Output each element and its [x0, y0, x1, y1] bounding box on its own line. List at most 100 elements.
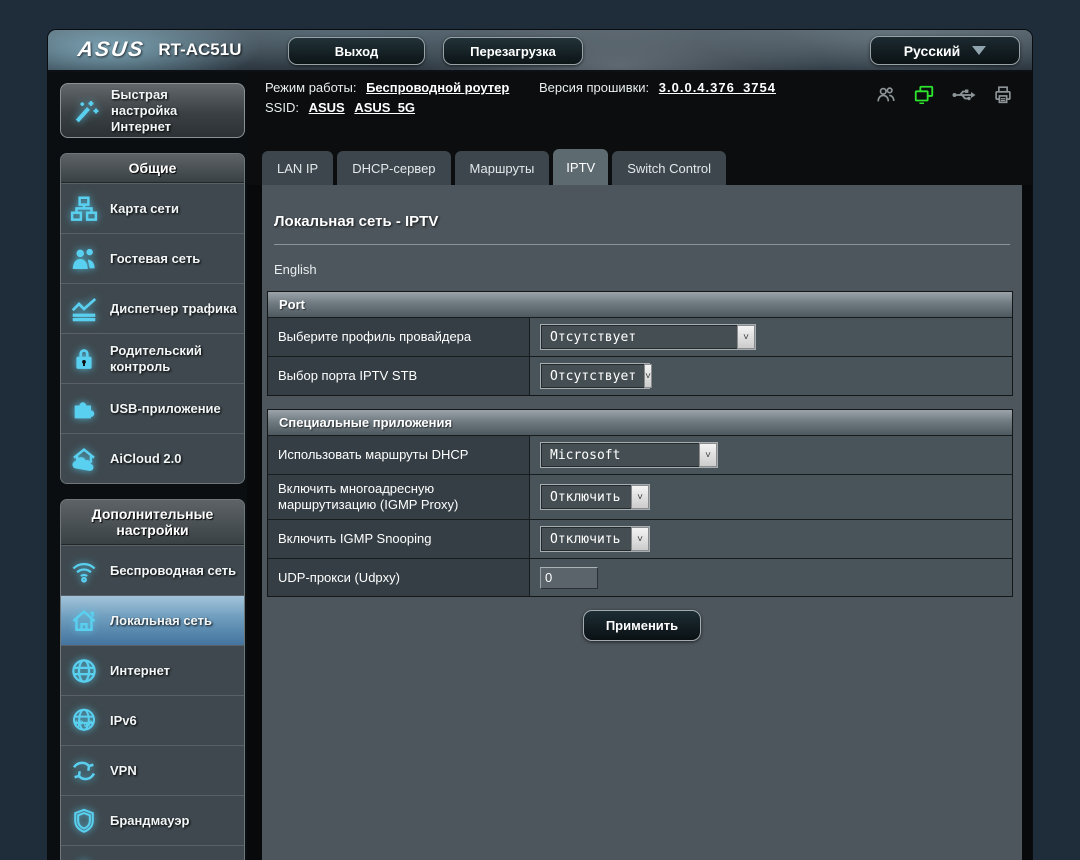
english-language-link[interactable]: English — [274, 262, 317, 277]
sidebar-group-advanced: Дополнительные настройки Беспроводная се… — [60, 499, 245, 860]
printer-icon[interactable] — [992, 84, 1014, 106]
field-label: Использовать маршруты DHCP — [268, 436, 530, 474]
wired-clients-icon[interactable] — [912, 84, 936, 106]
wireless-icon — [67, 556, 101, 586]
table-row: Выберите профиль провайдера Отсутствует … — [268, 317, 1012, 356]
chevron-down-icon — [972, 46, 987, 55]
quick-setup-button[interactable]: Быстрая настройка Интернет — [60, 83, 245, 138]
sidebar-item-label: USB-приложение — [110, 400, 221, 416]
igmp-snooping-select[interactable]: Отключить ˅ — [540, 526, 650, 552]
language-dropdown[interactable]: Русский — [870, 36, 1020, 65]
provider-profile-select[interactable]: Отсутствует ˅ — [540, 324, 756, 350]
lan-home-icon — [67, 606, 101, 636]
tab-dhcp-server[interactable]: DHCP-сервер — [337, 151, 451, 185]
select-value: Отключить — [541, 485, 631, 509]
wan-globe-icon — [67, 656, 101, 686]
sidebar-item-label: Беспроводная сеть — [110, 562, 237, 578]
chevron-down-icon: ˅ — [699, 443, 717, 467]
field-label: Включить многоадресную маршрутизацию (IG… — [268, 475, 530, 519]
tab-routes[interactable]: Маршруты — [454, 151, 550, 185]
status-icons — [875, 84, 1014, 106]
firewall-shield-icon — [67, 807, 101, 835]
sidebar-item-vpn[interactable]: VPN — [61, 745, 244, 795]
table-row: Включить IGMP Snooping Отключить ˅ — [268, 519, 1012, 558]
sidebar-group-title: Общие — [61, 154, 244, 183]
sidebar-group-general: Общие Карта сети Гостевая сеть Диспетчер… — [60, 153, 245, 484]
sidebar-item-label: Брандмауэр — [110, 812, 190, 828]
title-divider — [274, 244, 1010, 245]
sidebar-item-network-map[interactable]: Карта сети — [61, 183, 244, 233]
quick-setup-label: Быстрая настройка Интернет — [111, 86, 178, 134]
field-value-cell — [530, 559, 1012, 596]
sidebar-item-ipv6[interactable]: IPv6 IPv6 — [61, 695, 244, 745]
section-port: Port Выберите профиль провайдера Отсутст… — [267, 291, 1013, 396]
chevron-down-icon: ˅ — [631, 527, 649, 551]
sidebar-item-usb-application[interactable]: USB-приложение — [61, 383, 244, 433]
field-label: Включить IGMP Snooping — [268, 520, 530, 558]
sidebar-item-wan[interactable]: Интернет — [61, 645, 244, 695]
operation-mode-label: Режим работы: — [265, 80, 357, 95]
svg-text:IPv6: IPv6 — [75, 719, 93, 729]
sidebar-item-administration[interactable]: Администри- — [61, 845, 244, 860]
admin-person-icon — [67, 857, 101, 860]
select-value: Отсутствует — [541, 325, 737, 349]
chevron-down-icon: ˅ — [631, 485, 649, 509]
field-label: Выбор порта IPTV STB — [268, 357, 530, 395]
router-admin-window: ASUS RT-AC51U Выход Перезагрузка Русский — [48, 30, 1032, 860]
table-row: Выбор порта IPTV STB Отсутствует ˅ — [268, 356, 1012, 395]
tab-bar: LAN IP DHCP-сервер Маршруты IPTV Switch … — [262, 149, 727, 185]
field-label: Выберите профиль провайдера — [268, 318, 530, 356]
iptv-stb-port-select[interactable]: Отсутствует ˅ — [540, 363, 652, 389]
usb-devices-icon[interactable] — [951, 85, 977, 105]
field-label: UDP-прокси (Udpxy) — [268, 559, 530, 596]
tab-iptv[interactable]: IPTV — [553, 149, 609, 185]
sidebar-item-label: AiCloud 2.0 — [110, 450, 182, 466]
asus-logo: ASUS — [76, 38, 147, 61]
logout-button[interactable]: Выход — [288, 37, 425, 65]
operation-mode-link[interactable]: Беспроводной роутер — [366, 80, 509, 95]
ssid-secondary-link[interactable]: ASUS_5G — [354, 100, 415, 115]
sidebar-item-label: VPN — [110, 762, 137, 778]
ipv6-icon: IPv6 — [67, 706, 101, 736]
magic-wand-icon — [69, 96, 103, 126]
ssid-label: SSID: — [265, 100, 299, 115]
igmp-proxy-select[interactable]: Отключить ˅ — [540, 484, 650, 510]
reboot-button[interactable]: Перезагрузка — [443, 37, 583, 65]
firmware-label: Версия прошивки: — [538, 80, 650, 95]
vpn-icon — [67, 756, 101, 786]
section-title: Port — [268, 292, 1012, 317]
chevron-down-icon: ˅ — [737, 325, 755, 349]
network-map-icon — [67, 194, 101, 224]
select-value: Microsoft — [541, 443, 699, 467]
sidebar: Быстрая настройка Интернет Общие Карта с… — [48, 72, 247, 860]
clients-icon[interactable] — [875, 84, 897, 106]
sidebar-item-label: Интернет — [110, 662, 171, 678]
tab-lan-ip[interactable]: LAN IP — [262, 151, 334, 185]
sidebar-item-firewall[interactable]: Брандмауэр — [61, 795, 244, 845]
chevron-down-icon: ˅ — [644, 364, 652, 388]
page-title: Локальная сеть - IPTV — [274, 213, 439, 230]
firmware-version-link[interactable]: 3.0.0.4.376_3754 — [659, 80, 776, 95]
tab-switch-control[interactable]: Switch Control — [612, 151, 727, 185]
sidebar-item-traffic-manager[interactable]: Диспетчер трафика — [61, 283, 244, 333]
ssid-primary-link[interactable]: ASUS — [309, 100, 345, 115]
dhcp-routes-select[interactable]: Microsoft ˅ — [540, 442, 718, 468]
apply-button[interactable]: Применить — [583, 610, 701, 641]
sidebar-item-aicloud[interactable]: AiCloud 2.0 — [61, 433, 244, 483]
udp-proxy-input[interactable] — [540, 566, 598, 589]
content-panel: Локальная сеть - IPTV English Port Выбер… — [262, 185, 1022, 860]
ssid-line: SSID: ASUS ASUS_5G — [265, 100, 415, 115]
aicloud-icon — [67, 444, 101, 474]
usb-app-icon — [67, 395, 101, 423]
sidebar-item-wireless[interactable]: Беспроводная сеть — [61, 545, 244, 595]
main-region: Быстрая настройка Интернет Общие Карта с… — [48, 72, 1032, 860]
sidebar-item-guest-network[interactable]: Гостевая сеть — [61, 233, 244, 283]
mode-firmware-line: Режим работы: Беспроводной роутер Версия… — [265, 80, 776, 95]
sidebar-item-label: Родительский контроль — [110, 342, 202, 374]
sidebar-item-parental-control[interactable]: Родительский контроль — [61, 333, 244, 383]
brand-area: ASUS RT-AC51U — [76, 38, 241, 62]
sidebar-item-lan[interactable]: Локальная сеть — [61, 595, 244, 645]
field-value-cell: Отключить ˅ — [530, 475, 1012, 519]
sidebar-item-label: Диспетчер трафика — [110, 300, 237, 316]
sidebar-group-title: Дополнительные настройки — [61, 500, 244, 545]
